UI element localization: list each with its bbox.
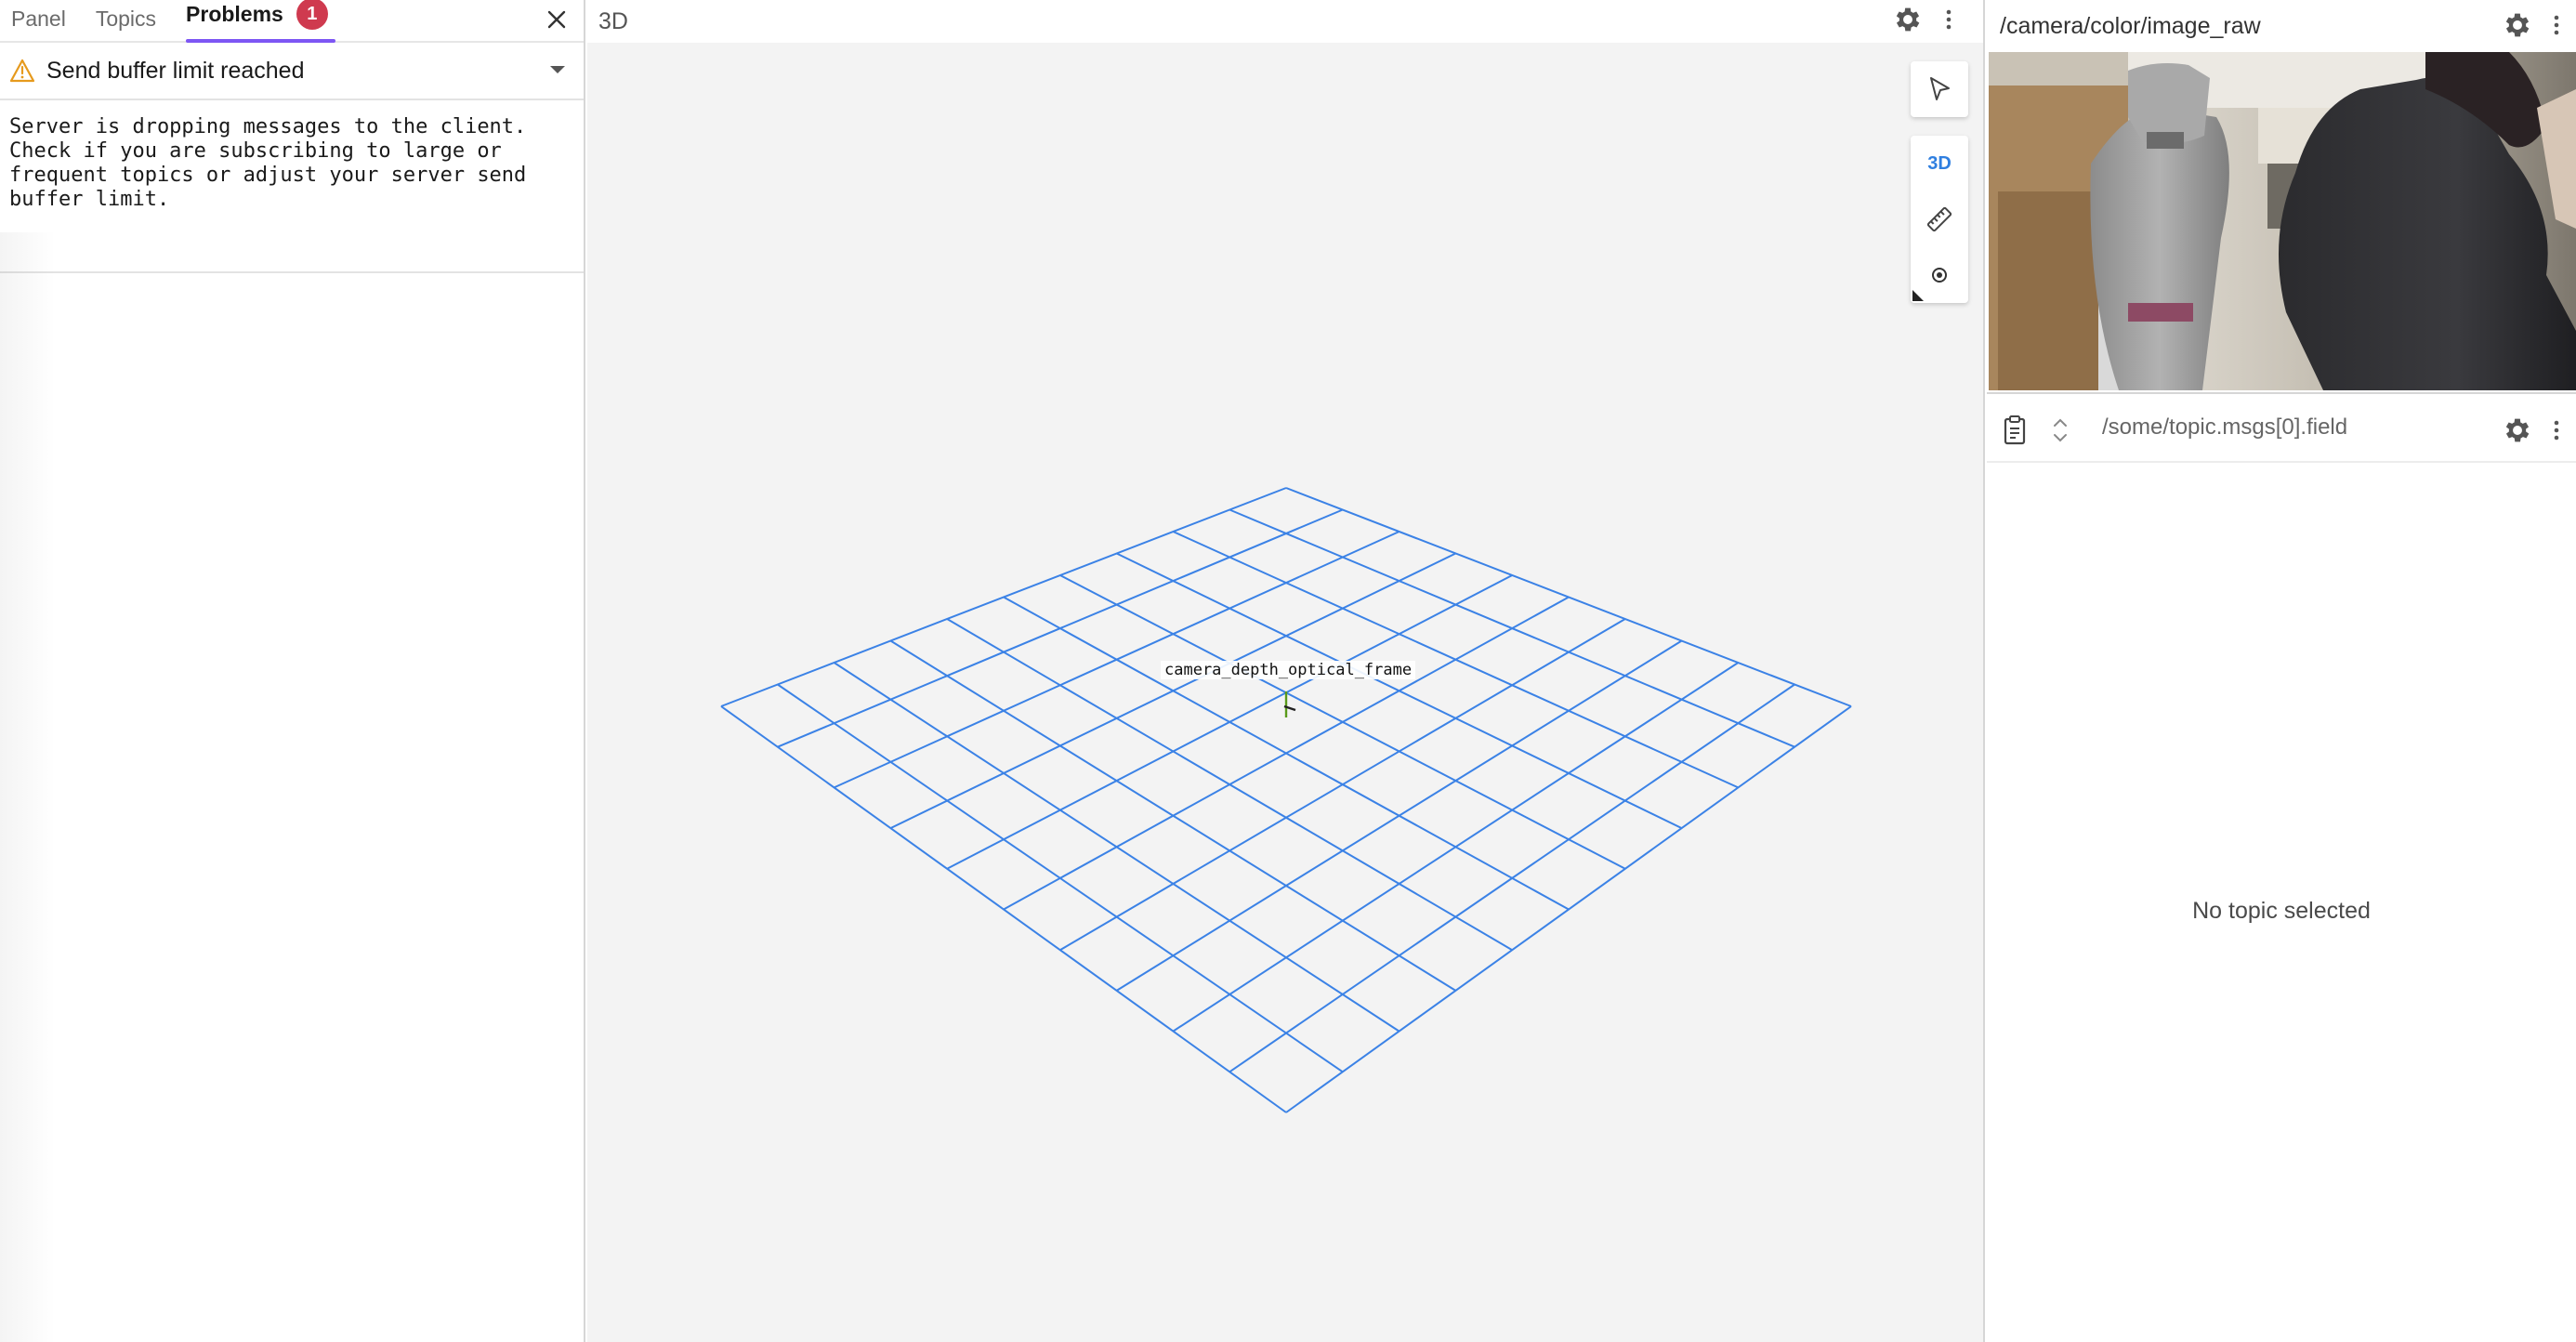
image-settings-button[interactable] <box>2502 9 2533 41</box>
problems-count-badge: 1 <box>296 0 328 30</box>
3d-panel-header: 3D <box>587 0 1983 43</box>
raw-messages-header: /some/topic.msgs[0].field <box>1987 398 2576 463</box>
right-column: /camera/color/image_raw /some/topic.msgs… <box>1987 0 2576 1342</box>
tab-topics-label: Topics <box>95 7 157 31</box>
toggle-3d-label: 3D <box>1927 152 1952 174</box>
camera-image <box>1989 52 2576 390</box>
image-panel[interactable]: /camera/color/image_raw <box>1987 0 2576 394</box>
corner-triangle-icon <box>1912 290 1924 301</box>
gear-icon <box>1896 7 1920 32</box>
gear-icon <box>2505 13 2530 37</box>
problems-sidebar: Panel Topics Problems 1 Send buffer limit… <box>0 0 585 1342</box>
more-vertical-icon <box>2554 420 2559 441</box>
select-tool-group <box>1911 61 1968 117</box>
more-vertical-icon <box>1946 9 1952 30</box>
topic-path-input[interactable]: /some/topic.msgs[0].field <box>2102 414 2347 441</box>
image-panel-header: /camera/color/image_raw <box>1987 0 2576 52</box>
ruler-icon <box>1926 206 1952 232</box>
grid-line <box>777 683 1344 1073</box>
raw-more-button[interactable] <box>2541 414 2572 446</box>
clipboard-icon <box>2004 415 2026 445</box>
toggle-3d-button[interactable]: 3D <box>1911 136 1968 191</box>
tab-panel[interactable]: Panel <box>11 6 79 41</box>
tab-problems[interactable]: Problems 1 <box>186 0 341 43</box>
grid-line <box>1229 683 1795 1073</box>
app-root: Panel Topics Problems 1 Send buffer limit… <box>0 0 2576 1342</box>
view-tools-group: 3D <box>1911 136 1968 303</box>
target-point-icon <box>1932 268 1947 283</box>
problem-title: Send buffer limit reached <box>46 57 305 84</box>
raw-messages-panel[interactable]: /some/topic.msgs[0].field No topic selec… <box>1987 398 2576 1342</box>
tab-panel-label: Panel <box>11 7 66 31</box>
3d-more-button[interactable] <box>1933 4 1965 35</box>
problem-message: Server is dropping messages to the clien… <box>0 100 584 273</box>
warning-icon <box>9 59 35 83</box>
empty-state-message: No topic selected <box>2192 898 2371 924</box>
close-sidebar-button[interactable] <box>543 6 571 33</box>
publish-point-button[interactable] <box>1911 247 1968 303</box>
more-vertical-icon <box>2554 15 2559 35</box>
unfold-icon <box>2054 418 2067 442</box>
image-more-button[interactable] <box>2541 9 2572 41</box>
measure-tool-button[interactable] <box>1911 191 1968 247</box>
tab-problems-label: Problems <box>186 2 283 27</box>
expand-collapse-button[interactable] <box>2050 414 2070 451</box>
image-topic-title: /camera/color/image_raw <box>2000 12 2261 39</box>
problem-item-header[interactable]: Send buffer limit reached <box>0 43 584 100</box>
cursor-pointer-icon <box>1930 77 1950 100</box>
tab-topics[interactable]: Topics <box>96 6 169 41</box>
3d-settings-button[interactable] <box>1892 4 1924 35</box>
raw-settings-button[interactable] <box>2502 414 2533 446</box>
3d-panel[interactable]: 3D 3D camera_depth_optical_frame <box>587 0 1985 1342</box>
gear-icon <box>2505 418 2530 442</box>
chevron-down-icon[interactable] <box>548 63 567 76</box>
copy-button[interactable] <box>2000 414 2030 451</box>
grid-line <box>1116 639 1683 992</box>
close-icon <box>547 10 566 29</box>
3d-panel-title: 3D <box>598 7 628 34</box>
sidebar-tabbar: Panel Topics Problems 1 <box>0 0 584 43</box>
select-tool-button[interactable] <box>1911 61 1968 117</box>
frame-label: camera_depth_optical_frame <box>1161 661 1416 679</box>
grid-line <box>889 639 1456 992</box>
